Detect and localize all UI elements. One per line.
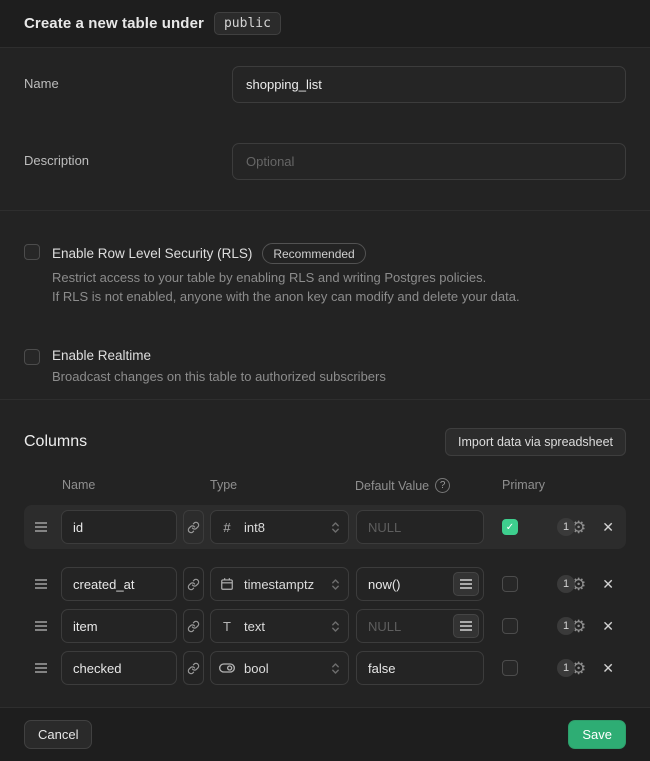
settings-count-badge: 1 bbox=[557, 518, 575, 536]
cancel-button[interactable]: Cancel bbox=[24, 720, 92, 750]
column-type-select[interactable]: # T text bbox=[210, 609, 349, 643]
column-name-input[interactable] bbox=[61, 567, 177, 601]
column-type-select[interactable]: # T int8 bbox=[210, 510, 349, 544]
dialog-footer: Cancel Save bbox=[0, 707, 650, 761]
default-value-help-icon[interactable]: ? bbox=[435, 478, 450, 493]
remove-column-icon[interactable]: ✕ bbox=[600, 617, 616, 635]
column-settings[interactable]: 1 ⚙ bbox=[557, 659, 586, 677]
chevron-up-down-icon bbox=[331, 577, 340, 592]
columns-heading: Columns bbox=[24, 433, 87, 451]
rls-label: Enable Row Level Security (RLS) bbox=[52, 246, 252, 261]
columns-section: Columns Import data via spreadsheet Name… bbox=[0, 400, 650, 707]
column-settings[interactable]: 1 ⚙ bbox=[557, 575, 586, 593]
dialog-title: Create a new table under bbox=[24, 15, 204, 32]
settings-count-badge: 1 bbox=[557, 575, 575, 593]
default-value-input[interactable] bbox=[356, 651, 484, 685]
table-description-input[interactable] bbox=[232, 143, 626, 180]
default-value-menu-icon[interactable] bbox=[453, 614, 479, 638]
table-options-section: Enable Row Level Security (RLS) Recommen… bbox=[0, 211, 650, 400]
realtime-text: Enable Realtime Broadcast changes on thi… bbox=[52, 348, 386, 386]
schema-badge: public bbox=[214, 12, 281, 35]
realtime-label: Enable Realtime bbox=[52, 348, 151, 363]
column-type-label: timestamptz bbox=[244, 577, 322, 592]
foreign-key-link-icon[interactable] bbox=[183, 510, 204, 544]
create-table-dialog: Create a new table under public Name Des… bbox=[0, 0, 650, 761]
drag-handle-icon[interactable] bbox=[34, 662, 52, 674]
remove-column-icon[interactable]: ✕ bbox=[600, 575, 616, 593]
chevron-up-down-icon bbox=[331, 661, 340, 676]
header-primary: Primary bbox=[502, 478, 545, 493]
remove-column-icon[interactable]: ✕ bbox=[600, 659, 616, 677]
column-row: # T text bbox=[24, 605, 626, 647]
description-field-row: Description bbox=[24, 143, 626, 180]
description-label: Description bbox=[24, 143, 232, 180]
drag-handle-icon[interactable] bbox=[34, 578, 52, 590]
chevron-up-down-icon bbox=[331, 520, 340, 535]
save-button[interactable]: Save bbox=[568, 720, 626, 750]
hash-icon: # bbox=[219, 520, 235, 535]
primary-checkbox[interactable] bbox=[502, 618, 518, 634]
default-value-input[interactable] bbox=[356, 510, 484, 544]
rls-description: Restrict access to your table by enablin… bbox=[52, 268, 520, 306]
realtime-option: Enable Realtime Broadcast changes on thi… bbox=[24, 348, 626, 386]
column-type-label: bool bbox=[244, 661, 322, 676]
table-name-input[interactable] bbox=[232, 66, 626, 103]
column-settings[interactable]: 1 ⚙ bbox=[557, 617, 586, 635]
realtime-checkbox[interactable] bbox=[24, 349, 40, 365]
primary-checkbox[interactable] bbox=[502, 576, 518, 592]
name-field-row: Name bbox=[24, 66, 626, 103]
header-name: Name bbox=[62, 478, 210, 493]
column-row: # T int8 bbox=[24, 505, 626, 549]
column-rows: # T int8 bbox=[24, 505, 626, 689]
header-default-value: Default Value ? bbox=[355, 478, 502, 493]
dialog-header: Create a new table under public bbox=[0, 0, 650, 48]
column-name-input[interactable] bbox=[61, 510, 177, 544]
header-type: Type bbox=[210, 478, 355, 493]
columns-grid-headers: Name Type Default Value ? Primary bbox=[24, 478, 626, 493]
column-name-input[interactable] bbox=[61, 651, 177, 685]
default-value-menu-icon[interactable] bbox=[453, 572, 479, 596]
drag-handle-icon[interactable] bbox=[34, 620, 52, 632]
table-details-section: Name Description bbox=[0, 48, 650, 211]
column-type-label: text bbox=[244, 619, 322, 634]
remove-column-icon[interactable]: ✕ bbox=[600, 518, 616, 536]
foreign-key-link-icon[interactable] bbox=[183, 651, 204, 685]
rls-checkbox[interactable] bbox=[24, 244, 40, 260]
primary-checkbox[interactable] bbox=[502, 660, 518, 676]
column-settings[interactable]: 1 ⚙ bbox=[557, 518, 586, 536]
settings-count-badge: 1 bbox=[557, 617, 575, 635]
drag-handle-icon[interactable] bbox=[34, 521, 52, 533]
rls-option: Enable Row Level Security (RLS) Recommen… bbox=[24, 243, 626, 306]
settings-count-badge: 1 bbox=[557, 659, 575, 677]
foreign-key-link-icon[interactable] bbox=[183, 567, 204, 601]
chevron-up-down-icon bbox=[331, 619, 340, 634]
name-label: Name bbox=[24, 66, 232, 103]
column-type-label: int8 bbox=[244, 520, 322, 535]
text-type-icon: T bbox=[219, 619, 235, 634]
calendar-icon bbox=[219, 577, 235, 591]
foreign-key-link-icon[interactable] bbox=[183, 609, 204, 643]
toggle-icon bbox=[219, 662, 235, 674]
column-name-input[interactable] bbox=[61, 609, 177, 643]
import-spreadsheet-button[interactable]: Import data via spreadsheet bbox=[445, 428, 626, 456]
realtime-description: Broadcast changes on this table to autho… bbox=[52, 367, 386, 386]
column-row: # T timestamptz bbox=[24, 563, 626, 605]
column-type-select[interactable]: # T bool bbox=[210, 651, 349, 685]
primary-checkbox[interactable]: ✓ bbox=[502, 519, 518, 535]
column-type-select[interactable]: # T timestamptz bbox=[210, 567, 349, 601]
column-row: # T bool bbox=[24, 647, 626, 689]
recommended-badge: Recommended bbox=[262, 243, 365, 264]
rls-text: Enable Row Level Security (RLS) Recommen… bbox=[52, 243, 520, 306]
